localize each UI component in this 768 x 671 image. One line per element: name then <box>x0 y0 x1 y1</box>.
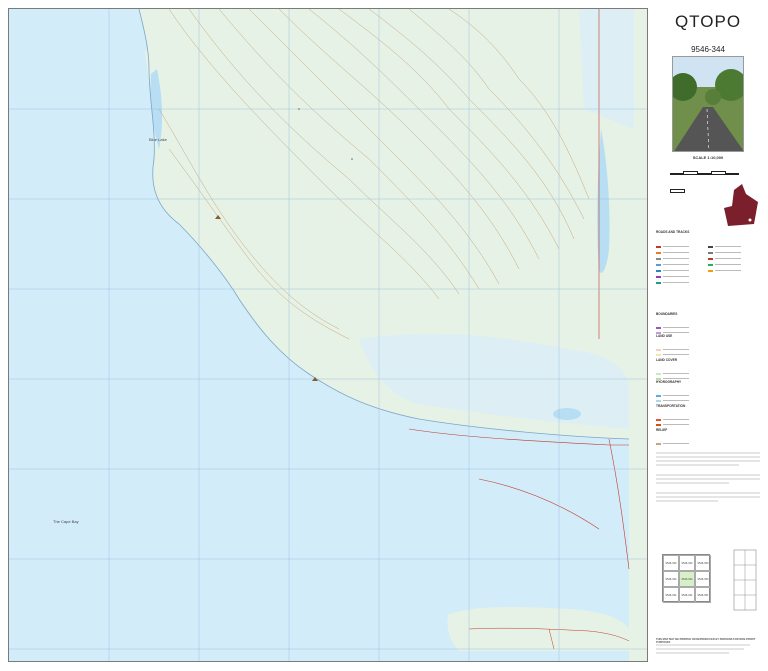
topographic-map[interactable]: Blue Lake The Cape Bay <box>8 8 648 662</box>
grid-index-cell[interactable]: 9546-333 <box>663 555 679 571</box>
legend-row <box>708 250 756 260</box>
disclaimer-block <box>656 452 760 504</box>
legend-row <box>656 274 704 284</box>
legend-heading-transportation: TRANSPORTATION <box>656 404 686 408</box>
grid-index-cell[interactable]: 9546-343 <box>679 555 695 571</box>
adjoining-sheets-index: 9546-333 9546-343 9546-353 9546-334 9546… <box>662 554 711 603</box>
legend-row <box>656 324 704 334</box>
legend-heading-land-cover: LAND COVER <box>656 358 678 362</box>
legend-heading-boundaries: BOUNDARIES <box>656 312 678 316</box>
scale-label: SCALE 1:10,000 <box>692 155 724 160</box>
legend-row <box>656 387 704 397</box>
legend-row <box>656 346 704 356</box>
map-canvas <box>9 9 647 661</box>
grid-index-cell[interactable]: 9546-353 <box>695 555 711 571</box>
legend-row <box>656 416 704 426</box>
grid-index-cell[interactable]: 9546-334 <box>663 571 679 587</box>
cover-photo <box>672 56 744 152</box>
legend-row <box>708 244 756 254</box>
queensland-locator-map <box>724 184 758 226</box>
legend-row <box>656 244 704 254</box>
grid-index-cell[interactable]: 9546-351 <box>695 587 711 603</box>
place-label-blue-lake: Blue Lake <box>149 137 167 142</box>
brand-title: QTOPO <box>674 12 742 31</box>
legend-heading-hydrography: HYDROGRAPHY <box>656 380 682 384</box>
legend-row <box>708 238 756 248</box>
legend-row <box>656 370 704 380</box>
grid-index-cell[interactable]: 9546-331 <box>663 587 679 603</box>
legend-heading-relief: RELIEF <box>656 428 668 432</box>
grid-index-cell-current[interactable]: 9546-344 <box>679 571 695 587</box>
place-label-cape-bay: The Cape Bay <box>53 519 79 524</box>
legend-row <box>656 238 704 248</box>
legend-row <box>708 262 756 272</box>
sidebar: QTOPO 9546-344 SCALE 1:10,000 ROADS AND … <box>654 8 762 662</box>
legend-row <box>656 319 704 329</box>
legend-row <box>656 262 704 272</box>
legend-heading-land-use: LAND USE <box>656 334 673 338</box>
copyright-block <box>656 644 760 654</box>
legend-row <box>656 268 704 278</box>
legend-row <box>656 256 704 266</box>
map-sheet: Blue Lake The Cape Bay QTOPO 9546-344 SC… <box>0 0 768 671</box>
fold-diagram <box>733 549 757 611</box>
grid-index-cell[interactable]: 9546-354 <box>695 571 711 587</box>
legend-row <box>656 435 704 445</box>
legend-row <box>656 411 704 421</box>
scale-bar <box>670 162 748 193</box>
legend-heading-roads: ROADS AND TRACKS <box>656 230 690 234</box>
legend-row <box>708 256 756 266</box>
grid-index-cell[interactable]: 9546-341 <box>679 587 695 603</box>
legend-row <box>656 341 704 351</box>
legend-row <box>656 365 704 375</box>
legend-row <box>656 392 704 402</box>
legend-row <box>656 250 704 260</box>
lake-small <box>553 408 581 420</box>
sheet-number: 9546-344 <box>691 45 725 54</box>
